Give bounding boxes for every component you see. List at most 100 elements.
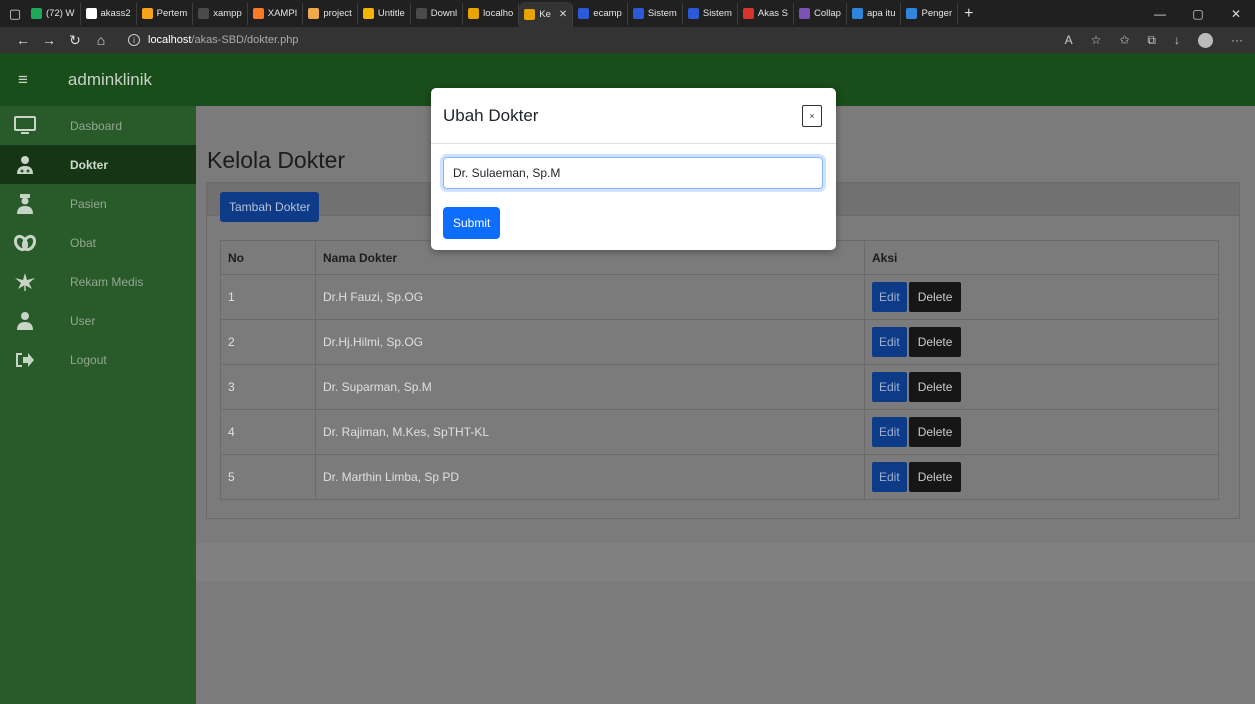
sidebar-item-dasboard[interactable]: Dasboard bbox=[0, 106, 196, 145]
sidebar-item-label: Rekam Medis bbox=[70, 274, 144, 289]
browser-tab[interactable]: localho bbox=[463, 2, 520, 25]
sidebar-item-label: Pasien bbox=[70, 196, 107, 211]
forward-icon[interactable]: → bbox=[36, 32, 62, 48]
table-row: 1 Dr.H Fauzi, Sp.OG Edit Delete bbox=[220, 274, 1219, 320]
back-icon[interactable]: ← bbox=[10, 32, 36, 48]
profile-avatar[interactable] bbox=[1198, 32, 1213, 48]
tab-label: Downl bbox=[430, 8, 458, 19]
sidebar-item-pasien[interactable]: Pasien bbox=[0, 184, 196, 223]
tab-label: Sistem bbox=[702, 8, 732, 19]
browser-tab[interactable]: Akas S bbox=[738, 2, 795, 25]
delete-button[interactable]: Delete bbox=[908, 417, 962, 447]
edit-button[interactable]: Edit bbox=[872, 327, 907, 357]
patient-icon bbox=[7, 191, 42, 217]
minimize-icon[interactable]: — bbox=[1141, 0, 1179, 27]
delete-button[interactable]: Delete bbox=[908, 462, 962, 492]
tab-favicon-icon bbox=[252, 8, 264, 19]
submit-button[interactable]: Submit bbox=[443, 207, 501, 239]
more-icon[interactable]: ··· bbox=[1231, 33, 1243, 47]
modal-close-button[interactable]: × bbox=[802, 105, 822, 127]
site-info-icon[interactable]: i bbox=[128, 34, 140, 46]
browser-tab[interactable]: ecamp bbox=[573, 2, 628, 25]
close-window-icon[interactable]: ✕ bbox=[1217, 0, 1255, 27]
maximize-icon[interactable]: ▢ bbox=[1179, 0, 1217, 27]
edit-button[interactable]: Edit bbox=[872, 462, 907, 492]
browser-tab[interactable]: project bbox=[303, 2, 358, 25]
browser-tab[interactable]: (72) W bbox=[26, 2, 81, 25]
brand: ≡ adminklinik bbox=[18, 53, 152, 106]
sidebar-item-dokter[interactable]: Dokter bbox=[0, 145, 196, 184]
browser-tab[interactable]: Penger bbox=[901, 2, 959, 25]
browser-tab[interactable]: Sistem bbox=[628, 2, 683, 25]
browser-tab[interactable]: Pertem bbox=[137, 2, 194, 25]
sidebar-item-rekam-medis[interactable]: Rekam Medis bbox=[0, 262, 196, 301]
tab-favicon-icon bbox=[799, 8, 811, 19]
tab-label: ecamp bbox=[593, 8, 622, 19]
read-aloud-icon[interactable]: A bbox=[1065, 33, 1073, 47]
window-controls: — ▢ ✕ bbox=[1141, 0, 1255, 27]
browser-tab[interactable]: XAMPI bbox=[248, 2, 304, 25]
tab-favicon-icon bbox=[362, 8, 374, 19]
edit-button[interactable]: Edit bbox=[872, 282, 907, 312]
browser-tab[interactable]: Untitle bbox=[358, 2, 411, 25]
add-doctor-button[interactable]: Tambah Dokter bbox=[220, 192, 320, 222]
sidebar-item-label: Dasboard bbox=[70, 118, 123, 133]
cell-no: 5 bbox=[220, 454, 316, 500]
cell-aksi: Edit Delete bbox=[864, 409, 1219, 455]
edit-button[interactable]: Edit bbox=[872, 372, 907, 402]
delete-button[interactable]: Delete bbox=[908, 372, 962, 402]
sidebar-item-user[interactable]: User bbox=[0, 301, 196, 340]
tab-label: Pertem bbox=[156, 8, 188, 19]
doctor-table: No Nama Dokter Aksi 1 Dr.H Fauzi, Sp.OG Ed… bbox=[220, 240, 1219, 500]
url-path: /akas-SBD/dokter.php bbox=[191, 34, 299, 46]
browser-tab[interactable]: xampp bbox=[193, 2, 248, 25]
edit-button[interactable]: Edit bbox=[872, 417, 907, 447]
tab-label: XAMPI bbox=[267, 8, 298, 19]
tab-close-icon[interactable]: ✕ bbox=[559, 9, 567, 20]
browser-tab[interactable]: apa itu bbox=[847, 2, 902, 25]
column-header-no: No bbox=[220, 240, 316, 275]
tab-label: Akas S bbox=[757, 8, 789, 19]
address-bar[interactable]: i localhost/akas-SBD/dokter.php bbox=[128, 34, 298, 46]
delete-button[interactable]: Delete bbox=[908, 327, 962, 357]
sidebar-item-obat[interactable]: Obat bbox=[0, 223, 196, 262]
sidebar-item-logout[interactable]: Logout bbox=[0, 340, 196, 379]
tab-favicon-icon bbox=[85, 8, 97, 19]
browser-tab[interactable]: Ke ✕ bbox=[519, 2, 574, 27]
browser-tab[interactable]: Downl bbox=[411, 2, 464, 25]
hamburger-icon[interactable]: ≡ bbox=[18, 70, 28, 90]
home-icon[interactable]: ⌂ bbox=[88, 32, 114, 48]
tab-label: apa itu bbox=[866, 8, 896, 19]
browser-tab[interactable]: akass2 bbox=[81, 2, 137, 25]
reload-icon[interactable]: ↻ bbox=[62, 32, 88, 49]
edit-doctor-modal: Ubah Dokter × Submit bbox=[431, 88, 836, 250]
favorite-add-icon[interactable]: ☆ bbox=[1091, 33, 1102, 47]
cell-aksi: Edit Delete bbox=[864, 364, 1219, 410]
brand-name: adminklinik bbox=[67, 69, 153, 89]
new-tab-icon[interactable]: + bbox=[964, 5, 973, 23]
leaf-icon bbox=[7, 269, 42, 295]
cell-aksi: Edit Delete bbox=[864, 319, 1219, 365]
tab-actions-icon[interactable]: ▢ bbox=[4, 4, 26, 24]
cell-nama: Dr.Hj.Hilmi, Sp.OG bbox=[315, 319, 865, 365]
doctor-name-input[interactable] bbox=[443, 157, 823, 189]
collections-icon[interactable]: ⧉ bbox=[1147, 33, 1156, 48]
pills-icon bbox=[7, 230, 42, 256]
downloads-icon[interactable]: ↓ bbox=[1174, 33, 1180, 47]
table-row: 4 Dr. Rajiman, M.Kes, SpTHT-KL Edit Delete bbox=[220, 409, 1219, 455]
cell-nama: Dr. Rajiman, M.Kes, SpTHT-KL bbox=[315, 409, 865, 455]
browser-tab[interactable]: Collap bbox=[794, 2, 847, 25]
favorites-icon[interactable]: ✩ bbox=[1119, 33, 1129, 47]
cell-nama: Dr. Suparman, Sp.M bbox=[315, 364, 865, 410]
cell-aksi: Edit Delete bbox=[864, 274, 1219, 320]
sidebar-item-label: Dokter bbox=[70, 157, 109, 172]
sidebar: Dasboard Dokter Pasien Obat Rekam Medis User L… bbox=[0, 106, 196, 704]
delete-button[interactable]: Delete bbox=[908, 282, 962, 312]
tab-favicon-icon bbox=[632, 8, 644, 19]
browser-tab[interactable]: Sistem bbox=[683, 2, 738, 25]
cell-nama: Dr. Marthin Limba, Sp PD bbox=[315, 454, 865, 500]
cell-no: 2 bbox=[220, 319, 316, 365]
sidebar-item-label: User bbox=[70, 313, 96, 328]
tab-favicon-icon bbox=[906, 8, 918, 19]
cell-aksi: Edit Delete bbox=[864, 454, 1219, 500]
